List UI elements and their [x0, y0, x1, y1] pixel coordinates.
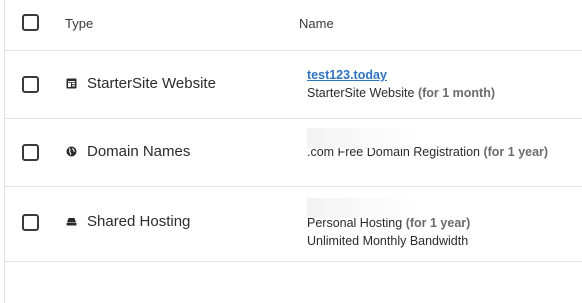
type-label: Domain Names — [87, 143, 191, 160]
product-term: (for 1 month) — [417, 86, 496, 100]
name-cell: .com Free Domain Registration (for 1 yea… — [307, 128, 549, 161]
domain-link[interactable]: test123.today — [307, 68, 387, 82]
product-term: (for 1 year) — [405, 216, 471, 230]
row-checkbox[interactable] — [22, 144, 39, 161]
column-header-type: Type — [65, 16, 94, 31]
table-header-row: Type Name — [5, 0, 582, 51]
hosting-icon — [65, 216, 77, 228]
redacted-domain-name — [307, 198, 415, 218]
select-all-checkbox[interactable] — [22, 14, 39, 31]
redacted-domain-name — [307, 128, 415, 148]
product-description: Personal Hosting — [307, 216, 403, 230]
table-row: Domain Names .com Free Domain Registrati… — [5, 119, 582, 187]
product-term: (for 1 year) — [483, 145, 549, 159]
table-row: StarterSite Website test123.today Starte… — [5, 51, 582, 119]
type-cell: Domain Names — [65, 143, 190, 160]
type-cell: Shared Hosting — [65, 213, 190, 230]
row-checkbox[interactable] — [22, 214, 39, 231]
product-description: StarterSite Website — [307, 86, 415, 100]
product-feature: Unlimited Monthly Bandwidth — [307, 234, 469, 248]
globe-icon — [65, 146, 77, 158]
cart-items-table: Type Name StarterSite Website test123.to… — [4, 0, 582, 303]
type-cell: StarterSite Website — [65, 75, 216, 92]
name-cell: test123.today StarterSite Website (for 1… — [307, 66, 495, 102]
name-cell: Personal Hosting (for 1 year) Unlimited … — [307, 198, 471, 250]
row-checkbox[interactable] — [22, 76, 39, 93]
table-row: Shared Hosting Personal Hosting (for 1 y… — [5, 187, 582, 262]
type-label: Shared Hosting — [87, 213, 191, 230]
website-icon — [65, 78, 77, 90]
type-label: StarterSite Website — [87, 75, 216, 92]
column-header-name: Name — [299, 16, 334, 31]
